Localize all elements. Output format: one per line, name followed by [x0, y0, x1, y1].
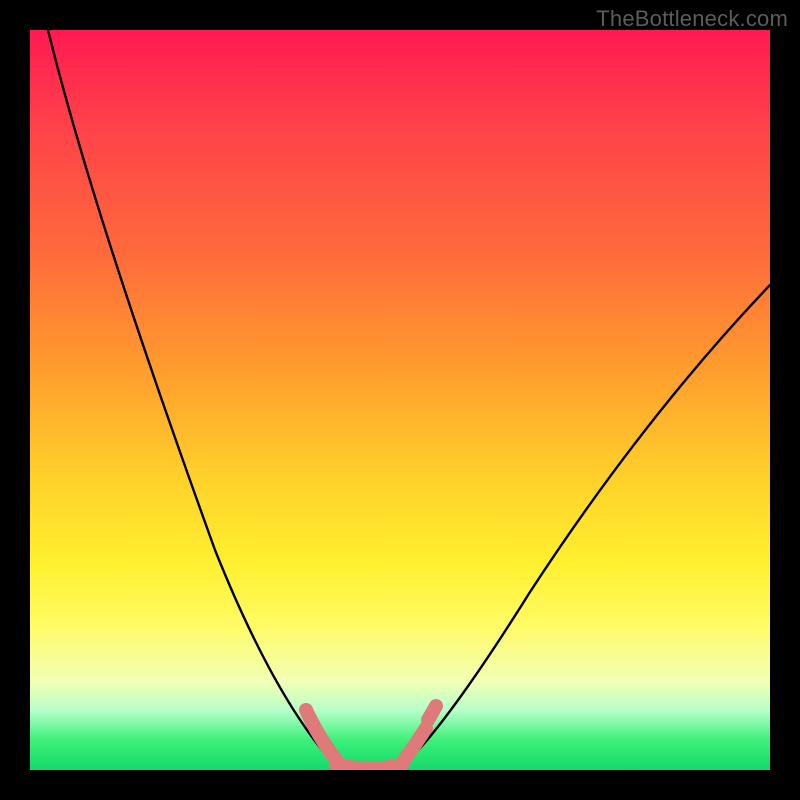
chart-svg [30, 30, 770, 770]
highlight-right-ascent-lower [404, 728, 426, 760]
plot-area [30, 30, 770, 770]
watermark-text: TheBottleneck.com [596, 6, 788, 32]
highlight-right-ascent-upper [428, 706, 436, 720]
chart-stage: TheBottleneck.com [0, 0, 800, 800]
bottleneck-curve [48, 30, 770, 770]
highlight-valley-floor [336, 765, 402, 769]
